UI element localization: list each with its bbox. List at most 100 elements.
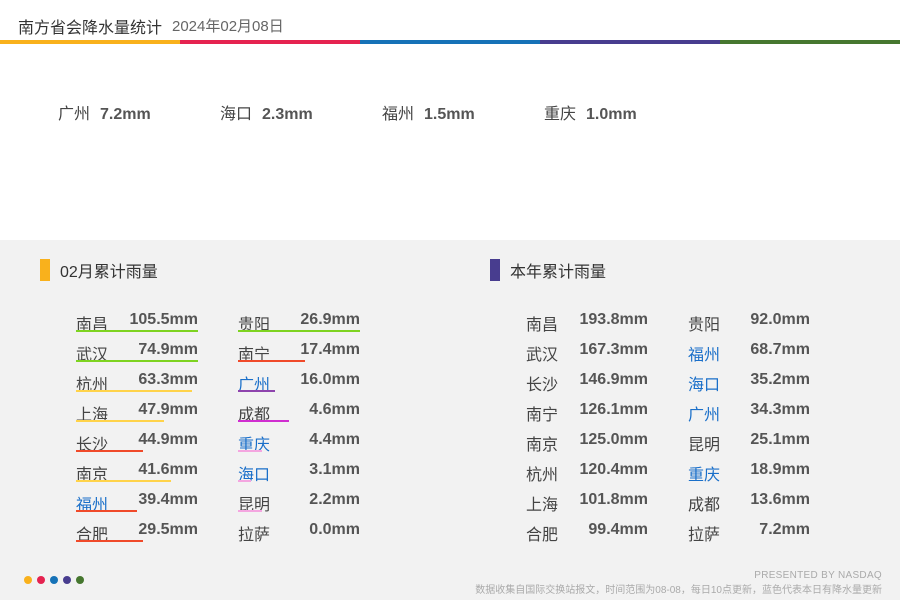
rainfall-row: 广州 16.0mm [238,369,360,399]
cumulative-section: 02月累计雨量 本年累计雨量 南昌 105.5mm 武汉 74.9mm 杭州 63.3mm… [0,240,900,600]
yearly-title-text: 本年累计雨量 [510,264,607,281]
monthly-marker [40,259,50,281]
rainfall-row: 武汉 74.9mm [76,339,198,369]
rainfall-value: 1.5mm [424,106,475,123]
rainfall-value: 105.5mm [129,311,199,328]
rainfall-row: 上海 101.8mm [526,489,648,519]
rainfall-row: 昆明 2.2mm [238,489,360,519]
city-name: 拉萨 [238,527,271,544]
rainfall-underline [76,390,192,392]
monthly-list-col1: 南昌 105.5mm 武汉 74.9mm 杭州 63.3mm 上海 47.9mm 长沙 44.9m… [76,309,198,549]
rainfall-value: 68.7mm [750,341,810,358]
rainfall-row: 重庆 18.9mm [688,459,810,489]
rainfall-value: 13.6mm [750,491,810,508]
city-name: 杭州 [526,467,559,484]
rainfall-row: 海口 3.1mm [238,459,360,489]
rainfall-value: 74.9mm [138,341,198,358]
rainfall-row: 昆明 25.1mm [688,429,810,459]
color-bar-segment [0,40,180,44]
rainfall-underline [238,450,262,452]
city-name: 南昌 [526,317,559,334]
today-item: 广州 7.2mm [58,100,220,124]
rainfall-row: 杭州 120.4mm [526,459,648,489]
today-item: 福州 1.5mm [382,100,544,124]
rainfall-value: 35.2mm [750,371,810,388]
color-bar-segment [540,40,720,44]
page-title: 南方省会降水量统计 [18,20,163,37]
date-label: 2024年02月08日 [172,18,284,35]
rainfall-underline [238,360,305,362]
rainfall-value: 92.0mm [750,311,810,328]
rainfall-row: 合肥 29.5mm [76,519,198,549]
rainfall-underline [76,450,143,452]
palette-dot [37,576,45,584]
palette-dot [76,576,84,584]
yearly-list-col2: 贵阳 92.0mm 福州 68.7mm 海口 35.2mm 广州 34.3mm 昆明 25.1mm… [688,309,810,549]
rainfall-row: 南京 125.0mm [526,429,648,459]
rainfall-row: 南宁 126.1mm [526,399,648,429]
city-name: 贵阳 [688,317,721,334]
palette-dots [24,576,89,584]
rainfall-underline [76,330,198,332]
rainfall-value: 120.4mm [579,461,649,478]
today-rainfall-list: 广州 7.2mm 海口 2.3mm 福州 1.5mm 重庆 1.0mm [58,100,706,124]
rainfall-value: 4.6mm [309,401,360,418]
yearly-list-col1: 南昌 193.8mm 武汉 167.3mm 长沙 146.9mm 南宁 126.1mm 南京 12… [526,309,648,549]
rainfall-underline [238,480,251,482]
city-name: 海口 [688,377,721,394]
palette-dot [24,576,32,584]
rainfall-value: 34.3mm [750,401,810,418]
rainfall-value: 0.0mm [309,521,360,538]
color-bar-segment [360,40,540,44]
rainfall-value: 125.0mm [579,431,649,448]
footnote-text: 数据收集自国际交换站报文，时间范围为08-08，每日10点更新，蓝色代表本日有降… [475,585,882,596]
today-item: 重庆 1.0mm [544,100,706,124]
rainfall-value: 3.1mm [309,461,360,478]
rainfall-row: 拉萨 7.2mm [688,519,810,549]
palette-dot [63,576,71,584]
city-name: 上海 [526,497,559,514]
rainfall-value: 63.3mm [138,371,198,388]
city-name: 重庆 [544,106,577,123]
rainfall-value: 7.2mm [100,106,151,123]
rainfall-value: 4.4mm [309,431,360,448]
city-name: 合肥 [526,527,559,544]
city-name: 广州 [58,106,91,123]
city-name: 昆明 [688,437,721,454]
city-name: 重庆 [688,467,721,484]
monthly-list-col2: 贵阳 26.9mm 南宁 17.4mm 广州 16.0mm 成都 4.6mm 重庆 4.4mm 海口… [238,309,360,549]
rainfall-row: 福州 39.4mm [76,489,198,519]
rainfall-row: 南昌 193.8mm [526,309,648,339]
rainfall-value: 26.9mm [300,311,360,328]
today-item: 海口 2.3mm [220,100,382,124]
rainfall-row: 广州 34.3mm [688,399,810,429]
rainfall-row: 杭州 63.3mm [76,369,198,399]
city-name: 南宁 [526,407,559,424]
rainfall-row: 贵阳 26.9mm [238,309,360,339]
rainfall-value: 146.9mm [579,371,649,388]
rainfall-value: 193.8mm [579,311,649,328]
rainfall-value: 16.0mm [300,371,360,388]
rainfall-value: 167.3mm [579,341,649,358]
city-name: 武汉 [526,347,559,364]
rainfall-underline [238,330,360,332]
city-name: 南京 [526,437,559,454]
rainfall-row: 长沙 146.9mm [526,369,648,399]
city-name: 长沙 [526,377,559,394]
monthly-panel-title: 02月累计雨量 [40,259,158,281]
rainfall-value: 39.4mm [138,491,198,508]
rainfall-value: 1.0mm [586,106,637,123]
credit-text: PRESENTED BY NASDAQ [754,570,882,581]
rainfall-underline [76,360,198,362]
rainfall-value: 2.2mm [309,491,360,508]
color-bar-segment [720,40,900,44]
rainfall-value: 47.9mm [138,401,198,418]
rainfall-row: 福州 68.7mm [688,339,810,369]
city-name: 广州 [688,407,721,424]
city-name: 福州 [688,347,721,364]
rainfall-row: 成都 13.6mm [688,489,810,519]
color-bar [0,40,900,44]
rainfall-value: 7.2mm [759,521,810,538]
monthly-title-text: 02月累计雨量 [60,264,158,281]
header: 南方省会降水量统计 2024年02月08日 [0,0,900,40]
